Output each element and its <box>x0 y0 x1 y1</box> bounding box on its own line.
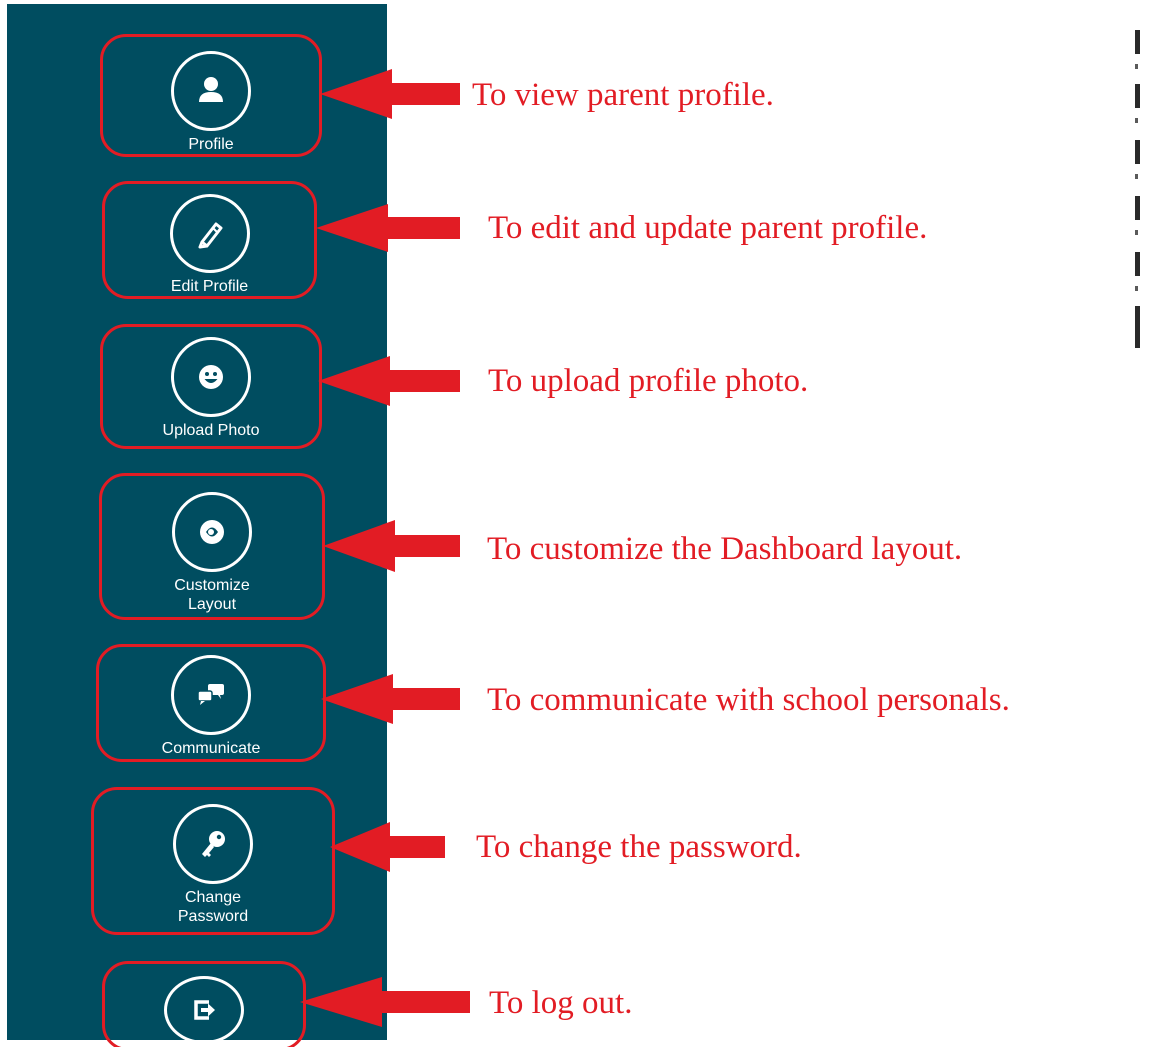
logout-icon <box>164 976 244 1044</box>
sidebar-item-upload-photo[interactable]: Upload Photo <box>100 324 322 449</box>
pointer-arrow-icon <box>300 977 470 1027</box>
smiley-icon <box>171 337 251 417</box>
annotation-upload-photo: To upload profile photo. <box>488 363 809 399</box>
pointer-arrow-icon <box>320 69 460 119</box>
annotation-communicate: To communicate with school personals. <box>487 682 1010 718</box>
sidebar-item-label-edit-profile: Edit Profile <box>170 278 249 295</box>
pencil-icon <box>169 194 250 273</box>
annotation-customize-layout: To customize the Dashboard layout. <box>487 531 963 567</box>
pointer-arrow-icon <box>316 204 460 252</box>
sidebar-item-logout[interactable] <box>102 961 306 1047</box>
sidebar-item-communicate[interactable]: Communicate <box>96 644 326 762</box>
sidebar-item-label-change-password: Change Password <box>177 889 249 925</box>
help-screenshot-page: Profile Edit Profile Upload Photo Custom… <box>0 0 1149 1047</box>
annotation-edit-profile: To edit and update parent profile. <box>488 210 928 246</box>
sidebar-item-customize-layout[interactable]: Customize Layout <box>99 473 325 620</box>
sidebar-item-label-upload-photo: Upload Photo <box>162 422 260 439</box>
sidebar-item-profile[interactable]: Profile <box>100 34 322 157</box>
pointer-arrow-icon <box>330 822 445 872</box>
cropped-table-fragment <box>1135 30 1149 348</box>
key-icon <box>173 804 253 884</box>
annotation-logout: To log out. <box>489 985 633 1021</box>
chat-bubbles-icon <box>171 655 251 735</box>
sidebar-item-label-customize-layout: Customize Layout <box>174 577 250 613</box>
annotation-change-password: To change the password. <box>476 829 802 865</box>
pointer-arrow-icon <box>321 674 460 724</box>
user-icon <box>171 51 251 131</box>
pointer-arrow-icon <box>323 520 460 572</box>
layout-icon <box>172 492 252 572</box>
annotation-profile: To view parent profile. <box>472 77 774 113</box>
pointer-arrow-icon <box>318 356 460 406</box>
sidebar-item-label-communicate: Communicate <box>161 740 261 757</box>
sidebar-item-change-password[interactable]: Change Password <box>91 787 335 935</box>
sidebar-item-edit-profile[interactable]: Edit Profile <box>102 181 317 299</box>
sidebar-item-label-profile: Profile <box>188 136 234 153</box>
